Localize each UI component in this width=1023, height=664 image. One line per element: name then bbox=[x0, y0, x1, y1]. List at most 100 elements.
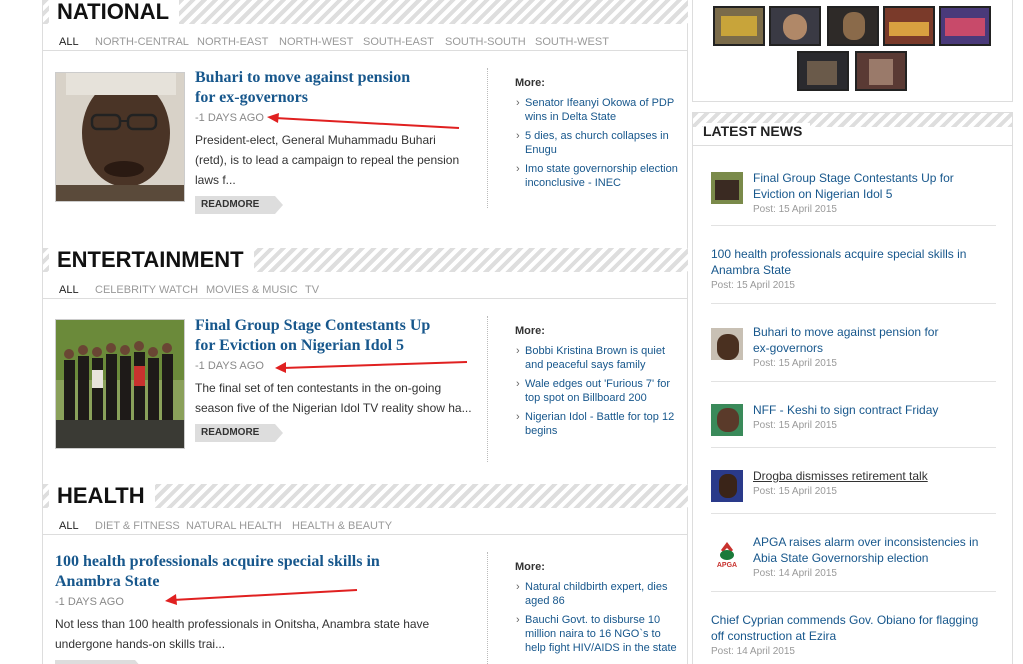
category-tabs: ALL CELEBRITY WATCH MOVIES & MUSIC TV bbox=[43, 283, 688, 299]
video-thumbnail[interactable] bbox=[797, 51, 849, 91]
more-label: More: bbox=[515, 325, 545, 337]
article-excerpt: President-elect, General Muhammadu Buhar… bbox=[195, 133, 460, 187]
category-tabs: ALL NORTH-CENTRAL NORTH-EAST NORTH-WEST … bbox=[43, 35, 688, 51]
category-tabs: ALL DIET & FITNESS NATURAL HEALTH HEALTH… bbox=[43, 519, 688, 535]
list-item[interactable]: 100 health professionals acquire special… bbox=[711, 244, 996, 304]
tab-south-south[interactable]: SOUTH-SOUTH bbox=[445, 35, 526, 49]
list-item[interactable]: NFF - Keshi to sign contract Friday Post… bbox=[711, 400, 996, 448]
more-link[interactable]: Bauchi Govt. to disburse 10million naira… bbox=[515, 613, 679, 655]
section-national: NATIONAL ALL NORTH-CENTRAL NORTH-EAST NO… bbox=[43, 0, 688, 51]
news-date: Post: 15 April 2015 bbox=[753, 204, 837, 215]
news-date: Post: 15 April 2015 bbox=[711, 280, 795, 291]
buhari-photo bbox=[56, 73, 184, 201]
tab-all[interactable]: ALL bbox=[59, 283, 79, 297]
latest-news-title: LATEST NEWS bbox=[703, 123, 811, 139]
section-title: ENTERTAINMENT bbox=[49, 248, 254, 272]
news-thumbnail[interactable] bbox=[711, 470, 743, 502]
readmore-button[interactable]: READMORE bbox=[195, 196, 283, 214]
annotation-arrow bbox=[267, 113, 460, 129]
article-thumbnail[interactable] bbox=[55, 319, 185, 449]
news-date: Post: 14 April 2015 bbox=[711, 646, 795, 657]
more-link[interactable]: Natural childbirth expert, diesaged 86 bbox=[515, 580, 679, 608]
list-item[interactable]: Final Group Stage Contestants Up for Evic… bbox=[711, 166, 996, 226]
video-thumbnail[interactable] bbox=[883, 6, 935, 46]
tab-health-beauty[interactable]: HEALTH & BEAUTY bbox=[292, 519, 392, 533]
news-title[interactable]: NFF - Keshi to sign contract Friday bbox=[753, 402, 938, 418]
tab-celebrity-watch[interactable]: CELEBRITY WATCH bbox=[95, 283, 198, 297]
more-link[interactable]: Wale edges out 'Furious 7' fortop spot o… bbox=[515, 377, 679, 405]
news-title[interactable]: Drogba dismisses retirement talk bbox=[753, 468, 928, 484]
tab-all[interactable]: ALL bbox=[59, 35, 79, 49]
video-gallery bbox=[692, 0, 1013, 102]
latest-news-header: LATEST NEWS bbox=[692, 112, 1013, 146]
section-title: NATIONAL bbox=[49, 0, 180, 24]
article-headline[interactable]: 100 health professionals acquire special… bbox=[55, 552, 380, 592]
section-health: HEALTH ALL DIET & FITNESS NATURAL HEALTH… bbox=[43, 472, 688, 535]
news-date: Post: 15 April 2015 bbox=[753, 420, 837, 431]
tab-natural-health[interactable]: NATURAL HEALTH bbox=[186, 519, 282, 533]
article-thumbnail[interactable] bbox=[55, 72, 185, 202]
news-date: Post: 14 April 2015 bbox=[753, 568, 837, 579]
news-date: Post: 15 April 2015 bbox=[753, 486, 837, 497]
more-links: Natural childbirth expert, diesaged 86 B… bbox=[515, 580, 679, 660]
list-item[interactable]: Drogba dismisses retirement talk Post: 1… bbox=[711, 466, 996, 514]
article-headline[interactable]: Buhari to move against pension for ex-go… bbox=[195, 68, 410, 108]
more-label: More: bbox=[515, 77, 545, 89]
more-link[interactable]: Imo state governorship electioninconclus… bbox=[515, 162, 679, 190]
column-divider bbox=[487, 68, 488, 208]
more-link[interactable]: Senator Ifeanyi Okowa of PDPwins in Delt… bbox=[515, 96, 679, 124]
more-links: Senator Ifeanyi Okowa of PDPwins in Delt… bbox=[515, 96, 679, 195]
news-title[interactable]: 100 health professionals acquire special… bbox=[711, 246, 966, 278]
video-thumbnail[interactable] bbox=[939, 6, 991, 46]
more-link[interactable]: 5 dies, as church collapses inEnugu bbox=[515, 129, 679, 157]
section-title: HEALTH bbox=[49, 484, 155, 508]
tab-diet-fitness[interactable]: DIET & FITNESS bbox=[95, 519, 180, 533]
svg-text:APGA: APGA bbox=[717, 562, 737, 569]
tab-north-west[interactable]: NORTH-WEST bbox=[279, 35, 353, 49]
sidebar: LATEST NEWS Final Group Stage Contestant… bbox=[692, 0, 1013, 664]
article-date: -1 DAYS AGO bbox=[55, 596, 124, 608]
article-date: -1 DAYS AGO bbox=[195, 360, 264, 372]
column-divider bbox=[487, 552, 488, 664]
more-links: Bobbi Kristina Brown is quietand peacefu… bbox=[515, 344, 679, 443]
news-title[interactable]: Chief Cyprian commends Gov. Obiano for f… bbox=[711, 612, 978, 644]
list-item[interactable]: Chief Cyprian commends Gov. Obiano for f… bbox=[711, 610, 996, 664]
video-thumbnail[interactable] bbox=[855, 51, 907, 91]
latest-news-list: Final Group Stage Contestants Up for Evic… bbox=[692, 146, 1013, 664]
news-thumbnail[interactable] bbox=[711, 328, 743, 360]
tab-north-central[interactable]: NORTH-CENTRAL bbox=[95, 35, 189, 49]
tab-movies-music[interactable]: MOVIES & MUSIC bbox=[206, 283, 298, 297]
main-column: NATIONAL ALL NORTH-CENTRAL NORTH-EAST NO… bbox=[42, 0, 688, 664]
readmore-button[interactable]: READMORE bbox=[195, 424, 283, 442]
annotation-arrow bbox=[165, 589, 358, 605]
news-thumbnail[interactable] bbox=[711, 404, 743, 436]
list-item[interactable]: Buhari to move against pension for ex-gov… bbox=[711, 322, 996, 382]
more-label: More: bbox=[515, 561, 545, 573]
idol-contestants-photo bbox=[56, 320, 184, 448]
more-link[interactable]: Nigerian Idol - Battle for top 12begins bbox=[515, 410, 679, 438]
video-thumbnail[interactable] bbox=[769, 6, 821, 46]
tab-north-east[interactable]: NORTH-EAST bbox=[197, 35, 268, 49]
news-title[interactable]: Buhari to move against pension for ex-gov… bbox=[753, 324, 938, 356]
tab-tv[interactable]: TV bbox=[305, 283, 319, 297]
readmore-button[interactable] bbox=[55, 660, 143, 664]
news-date: Post: 15 April 2015 bbox=[753, 358, 837, 369]
tab-south-east[interactable]: SOUTH-EAST bbox=[363, 35, 434, 49]
tab-south-west[interactable]: SOUTH-WEST bbox=[535, 35, 609, 49]
news-thumbnail[interactable] bbox=[711, 172, 743, 204]
article-headline[interactable]: Final Group Stage Contestants Up for Evi… bbox=[195, 316, 430, 356]
article-date: -1 DAYS AGO bbox=[195, 112, 264, 124]
annotation-arrow bbox=[275, 361, 468, 373]
section-entertainment: ENTERTAINMENT ALL CELEBRITY WATCH MOVIES… bbox=[43, 236, 688, 299]
column-divider bbox=[487, 316, 488, 462]
video-thumbnail[interactable] bbox=[827, 6, 879, 46]
article-excerpt: Not less than 100 health professionals i… bbox=[55, 617, 430, 651]
video-thumbnail[interactable] bbox=[713, 6, 765, 46]
article-excerpt: The final set of ten contestants in the … bbox=[195, 381, 472, 415]
tab-all[interactable]: ALL bbox=[59, 519, 79, 533]
more-link[interactable]: Bobbi Kristina Brown is quietand peacefu… bbox=[515, 344, 679, 372]
apga-logo[interactable]: APGA bbox=[711, 538, 743, 570]
news-title[interactable]: Final Group Stage Contestants Up for Evic… bbox=[753, 170, 954, 202]
list-item[interactable]: APGA APGA raises alarm over inconsistenc… bbox=[711, 532, 996, 592]
news-title[interactable]: APGA raises alarm over inconsistencies i… bbox=[753, 534, 978, 566]
